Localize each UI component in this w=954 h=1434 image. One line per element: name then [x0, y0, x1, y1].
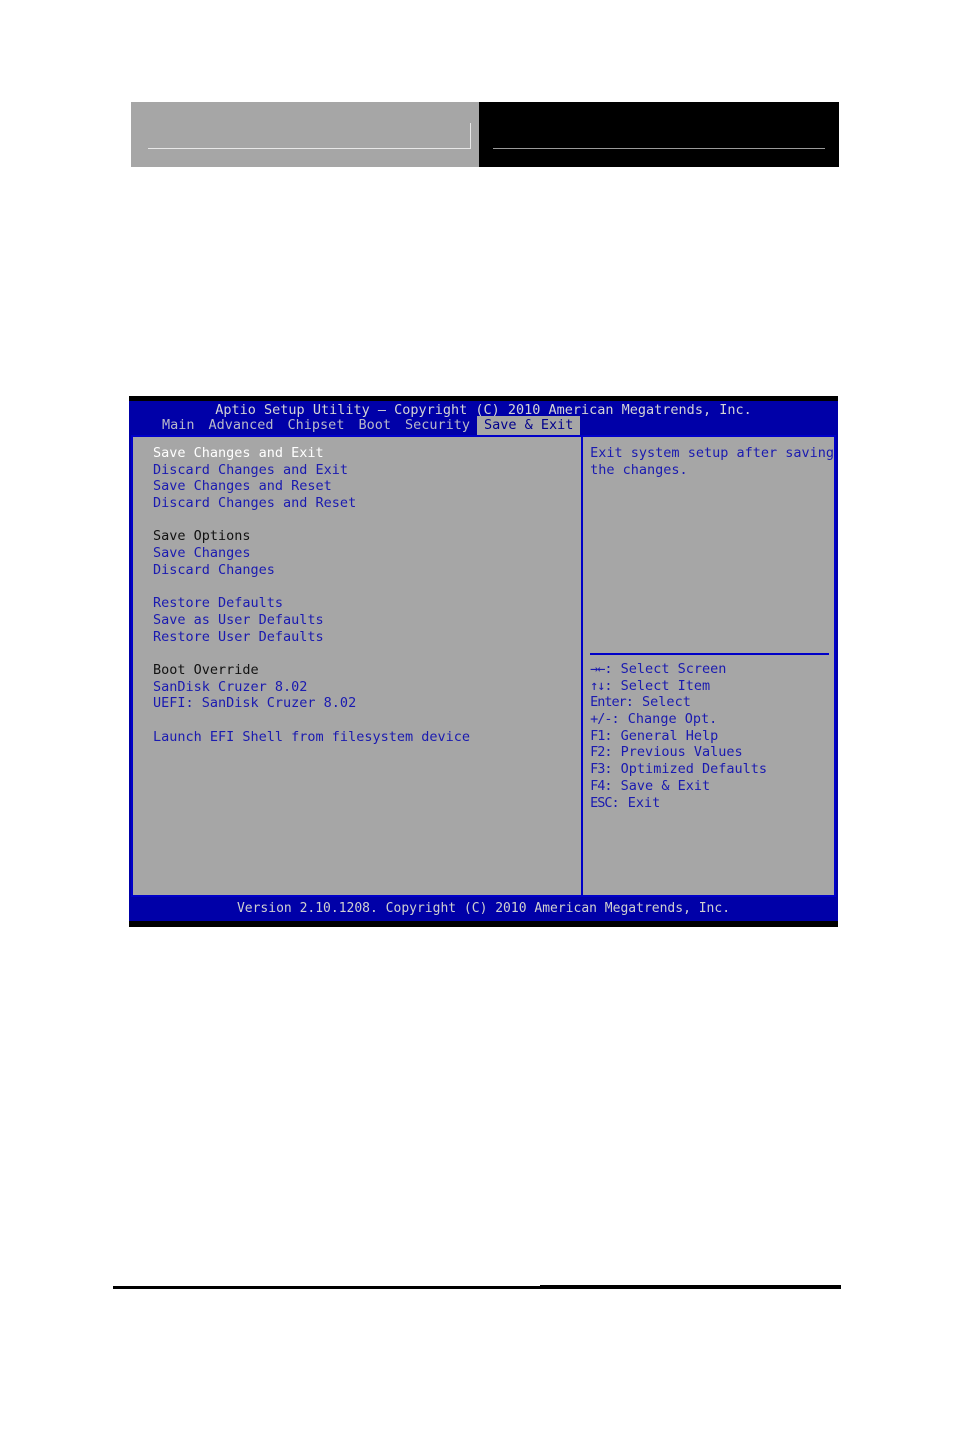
menu-item-launch-efi-shell-from-filesystem-device[interactable]: Launch EFI Shell from filesystem device — [153, 729, 581, 746]
key-glyph-icon: F4 — [590, 777, 605, 794]
key-hint-label: : Select Screen — [604, 661, 727, 677]
key-hint-f4: F4: Save & Exit — [590, 778, 767, 795]
menu-spacer-4 — [153, 512, 581, 529]
menu-spacer-12 — [153, 645, 581, 662]
menu-item-uefi-sandisk-cruzer-8-02[interactable]: UEFI: SanDisk Cruzer 8.02 — [153, 695, 581, 712]
help-pane: Exit system setup after saving the chang… — [583, 437, 834, 895]
help-description: Exit system setup after saving the chang… — [590, 445, 834, 478]
bios-content-area: Save Changes and Exit Discard Changes and… — [131, 435, 836, 897]
header-right-horizontal-rule — [493, 148, 825, 149]
menu-item-discard-changes-and-reset[interactable]: Discard Changes and Reset — [153, 495, 581, 512]
tab-main[interactable]: Main — [155, 416, 202, 435]
menu-heading-save-options: Save Options — [153, 528, 251, 545]
tab-save-exit[interactable]: Save & Exit — [477, 416, 581, 435]
key-hint-enter: Enter: Select — [590, 694, 767, 711]
keyboard-legend: →←: Select Screen ↑↓: Select Item Enter: S… — [590, 661, 767, 811]
menu-item-restore-defaults[interactable]: Restore Defaults — [153, 595, 581, 612]
key-glyph-icon: F3 — [590, 761, 605, 778]
menu-item-sandisk-cruzer-8-02[interactable]: SanDisk Cruzer 8.02 — [153, 679, 581, 696]
menu-item-save-changes-and-exit[interactable]: Save Changes and Exit — [153, 445, 581, 462]
settings-menu-pane: Save Changes and Exit Discard Changes and… — [133, 437, 581, 895]
key-glyph-icon: F2 — [590, 744, 605, 761]
key-hint-: ↑↓: Select Item — [590, 678, 767, 695]
key-hint-label: : General Help — [604, 727, 719, 744]
key-hint-: →←: Select Screen — [590, 661, 767, 678]
key-glyph-icon: ESC — [590, 794, 612, 811]
key-glyph-icon: ↑↓ — [590, 677, 605, 694]
key-hint-label: : Select — [625, 694, 691, 711]
key-hint-esc: ESC: Exit — [590, 795, 767, 812]
menu-item-save-changes-and-reset[interactable]: Save Changes and Reset — [153, 478, 581, 495]
key-hint-label: : Previous Values — [604, 744, 743, 761]
menu-item-save-changes[interactable]: Save Changes — [153, 545, 581, 562]
menu-spacer-16 — [153, 712, 581, 729]
header-left-vertical-rule — [470, 123, 471, 149]
tab-chipset[interactable]: Chipset — [281, 416, 352, 435]
menu-item-discard-changes[interactable]: Discard Changes — [153, 562, 581, 579]
key-glyph-icon: F1 — [590, 727, 605, 744]
key-hint-f3: F3: Optimized Defaults — [590, 761, 767, 778]
key-hint-label: : Optimized Defaults — [604, 761, 767, 778]
key-hint-label: : Change Opt. — [611, 711, 718, 728]
header-right-block — [479, 102, 839, 167]
menu-heading-boot-override: Boot Override — [153, 661, 259, 678]
menu-item-restore-user-defaults[interactable]: Restore User Defaults — [153, 629, 581, 646]
menu-item-discard-changes-and-exit[interactable]: Discard Changes and Exit — [153, 462, 581, 479]
key-hint-f1: F1: General Help — [590, 728, 767, 745]
tab-security[interactable]: Security — [398, 416, 477, 435]
key-hint-: +/-: Change Opt. — [590, 711, 767, 728]
key-glyph-icon: Enter — [590, 694, 627, 711]
header-left-block — [131, 102, 479, 167]
tab-boot[interactable]: Boot — [351, 416, 398, 435]
key-hint-label: : Save & Exit — [604, 777, 711, 794]
menu-item-save-as-user-defaults[interactable]: Save as User Defaults — [153, 612, 581, 629]
footer-divider-rule-thick — [540, 1285, 841, 1289]
tab-advanced[interactable]: Advanced — [202, 416, 281, 435]
bios-tab-bar[interactable]: Main Advanced Chipset Boot Security Save & Ex… — [129, 416, 838, 435]
key-glyph-icon: +/- — [590, 711, 612, 728]
key-hint-f2: F2: Previous Values — [590, 744, 767, 761]
key-hint-label: : Select Item — [604, 677, 711, 694]
bios-version-footer: Version 2.10.1208. Copyright (C) 2010 Am… — [129, 897, 838, 921]
key-hint-label: : Exit — [611, 794, 661, 811]
key-glyph-icon: →← — [590, 661, 605, 677]
page-header-band — [131, 102, 839, 167]
header-left-horizontal-rule — [148, 148, 471, 149]
bios-setup-screen: Aptio Setup Utility – Copyright (C) 2010… — [129, 396, 838, 927]
menu-spacer-8 — [153, 579, 581, 596]
screen-bottom-border — [129, 921, 838, 927]
help-divider-rule — [590, 653, 829, 655]
